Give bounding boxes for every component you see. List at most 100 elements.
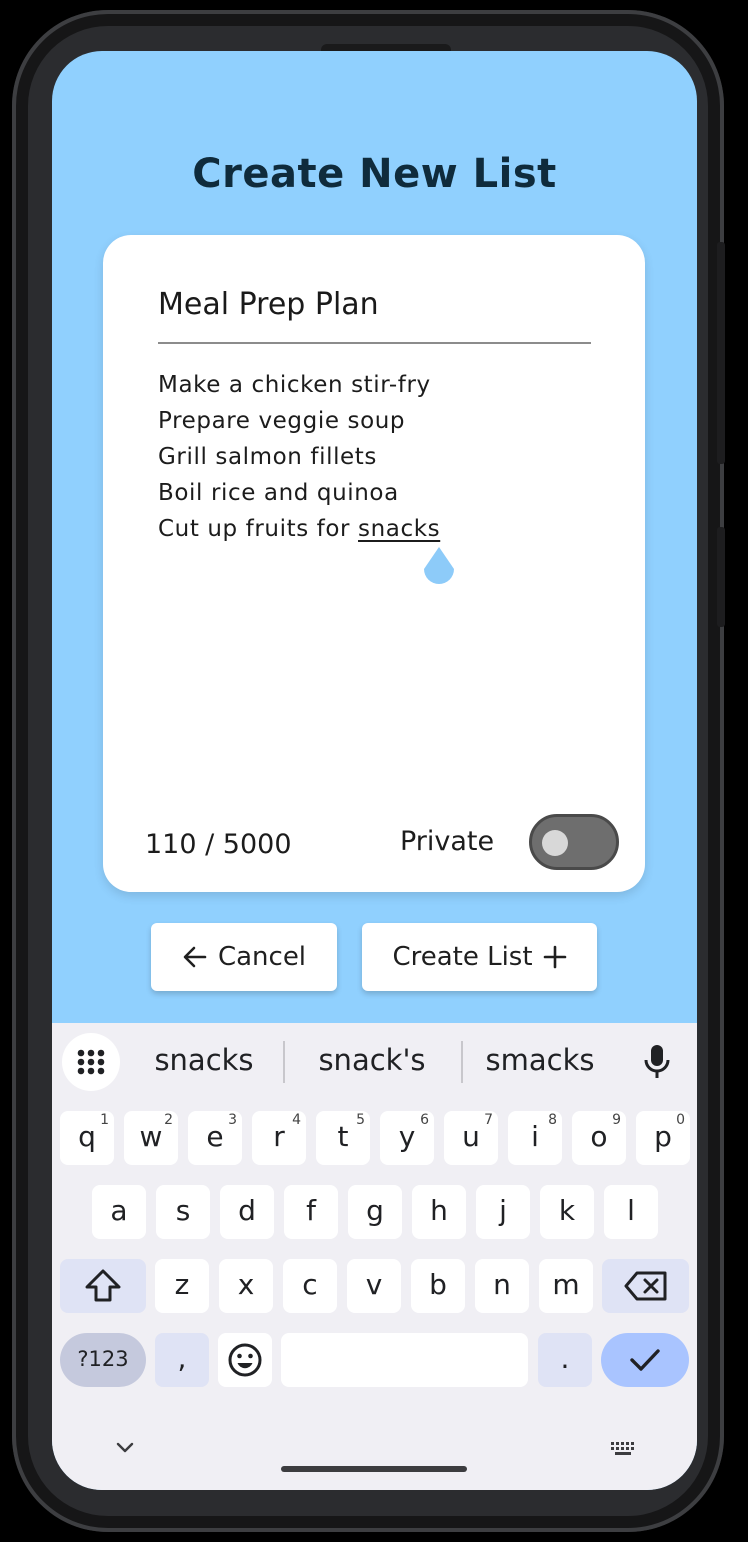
- key-t[interactable]: t5: [316, 1111, 370, 1165]
- key-label: n: [493, 1268, 511, 1301]
- title-divider: [158, 342, 591, 344]
- key-hint-number: 9: [612, 1112, 621, 1128]
- create-list-button[interactable]: Create List: [362, 923, 597, 991]
- key-i[interactable]: i8: [508, 1111, 562, 1165]
- key-label: t: [337, 1120, 349, 1153]
- page-title: Create New List: [192, 151, 557, 197]
- comma-key[interactable]: ,: [155, 1333, 209, 1387]
- period-key[interactable]: .: [538, 1333, 592, 1387]
- text-cursor-handle-icon[interactable]: [419, 545, 459, 593]
- key-u[interactable]: u7: [444, 1111, 498, 1165]
- suggestion-1[interactable]: snacks: [144, 1043, 264, 1077]
- shift-key[interactable]: [60, 1259, 146, 1313]
- checkmark-icon: [630, 1349, 660, 1371]
- key-l[interactable]: l: [604, 1185, 658, 1239]
- key-b[interactable]: b: [411, 1259, 465, 1313]
- key-x[interactable]: x: [219, 1259, 273, 1313]
- space-key[interactable]: [281, 1333, 528, 1387]
- suggestion-2[interactable]: snack's: [310, 1043, 434, 1077]
- symbols-key[interactable]: ?123: [60, 1333, 146, 1387]
- key-label: h: [430, 1194, 448, 1227]
- key-k[interactable]: k: [540, 1185, 594, 1239]
- key-hint-number: 3: [228, 1112, 237, 1128]
- key-label: s: [175, 1194, 191, 1227]
- key-label: i: [531, 1120, 539, 1153]
- key-hint-number: 4: [292, 1112, 301, 1128]
- key-o[interactable]: o9: [572, 1111, 626, 1165]
- key-label: o: [590, 1120, 608, 1153]
- apps-grid-icon: [77, 1049, 105, 1075]
- key-label: m: [552, 1268, 580, 1301]
- list-items-textarea[interactable]: Make a chicken stir-fry Prepare veggie s…: [158, 367, 440, 547]
- cancel-button[interactable]: Cancel: [151, 923, 337, 991]
- key-s[interactable]: s: [156, 1185, 210, 1239]
- key-r[interactable]: r4: [252, 1111, 306, 1165]
- emoji-key[interactable]: [218, 1333, 272, 1387]
- shift-icon: [85, 1269, 121, 1302]
- list-item: Boil rice and quinoa: [158, 480, 399, 506]
- key-y[interactable]: y6: [380, 1111, 434, 1165]
- keyboard-switch-icon[interactable]: [609, 1441, 639, 1457]
- list-item: Grill salmon fillets: [158, 444, 378, 470]
- key-label: b: [429, 1268, 447, 1301]
- key-g[interactable]: g: [348, 1185, 402, 1239]
- key-label: z: [174, 1268, 190, 1301]
- screen: Create New List Meal Prep Plan Make a ch…: [52, 51, 697, 1490]
- key-h[interactable]: h: [412, 1185, 466, 1239]
- key-v[interactable]: v: [347, 1259, 401, 1313]
- private-label: Private: [400, 826, 495, 857]
- key-hint-number: 2: [164, 1112, 173, 1128]
- key-label: y: [398, 1120, 416, 1153]
- list-item: Prepare veggie soup: [158, 408, 406, 434]
- key-hint-number: 6: [420, 1112, 429, 1128]
- backspace-key[interactable]: [602, 1259, 689, 1313]
- key-d[interactable]: d: [220, 1185, 274, 1239]
- character-counter: 110 / 5000: [145, 829, 292, 860]
- key-p[interactable]: p0: [636, 1111, 690, 1165]
- suggestion-divider: [283, 1041, 285, 1083]
- key-hint-number: 7: [484, 1112, 493, 1128]
- keyboard-menu-button[interactable]: [62, 1033, 120, 1091]
- suggestion-divider: [461, 1041, 463, 1083]
- home-indicator[interactable]: [281, 1466, 467, 1472]
- key-m[interactable]: m: [539, 1259, 593, 1313]
- key-j[interactable]: j: [476, 1185, 530, 1239]
- key-n[interactable]: n: [475, 1259, 529, 1313]
- key-q[interactable]: q1: [60, 1111, 114, 1165]
- key-hint-number: 0: [676, 1112, 685, 1128]
- key-label: c: [302, 1268, 318, 1301]
- chevron-down-icon[interactable]: [114, 1441, 136, 1455]
- key-z[interactable]: z: [155, 1259, 209, 1313]
- key-label: f: [306, 1194, 316, 1227]
- volume-button: [717, 527, 725, 627]
- list-name-input[interactable]: Meal Prep Plan: [158, 287, 379, 322]
- key-e[interactable]: e3: [188, 1111, 242, 1165]
- list-item-text: Cut up fruits for: [158, 516, 359, 542]
- arrow-left-icon: [183, 946, 207, 968]
- key-hint-number: 5: [356, 1112, 365, 1128]
- key-c[interactable]: c: [283, 1259, 337, 1313]
- key-a[interactable]: a: [92, 1185, 146, 1239]
- key-label: k: [558, 1194, 576, 1227]
- soft-keyboard: snacks snack's smacks ?123 , . q 1 w 2 e…: [52, 1023, 697, 1490]
- microphone-icon[interactable]: [642, 1043, 672, 1081]
- suggestion-3[interactable]: smacks: [479, 1043, 601, 1077]
- emoji-icon: [228, 1343, 262, 1377]
- private-toggle[interactable]: [529, 814, 619, 870]
- key-label: e: [206, 1120, 224, 1153]
- key-f[interactable]: f: [284, 1185, 338, 1239]
- power-button: [717, 242, 725, 464]
- list-item: Cut up fruits for snacks: [158, 511, 440, 547]
- key-hint-number: 1: [100, 1112, 109, 1128]
- cancel-label: Cancel: [217, 942, 307, 972]
- composing-word: snacks: [358, 516, 441, 542]
- key-label: j: [499, 1194, 507, 1227]
- key-label: g: [366, 1194, 384, 1227]
- key-label: v: [365, 1268, 383, 1301]
- key-w[interactable]: w2: [124, 1111, 178, 1165]
- toggle-knob: [542, 830, 568, 856]
- key-label: x: [237, 1268, 255, 1301]
- key-label: a: [110, 1194, 128, 1227]
- enter-key[interactable]: [601, 1333, 689, 1387]
- key-label: q: [78, 1120, 96, 1153]
